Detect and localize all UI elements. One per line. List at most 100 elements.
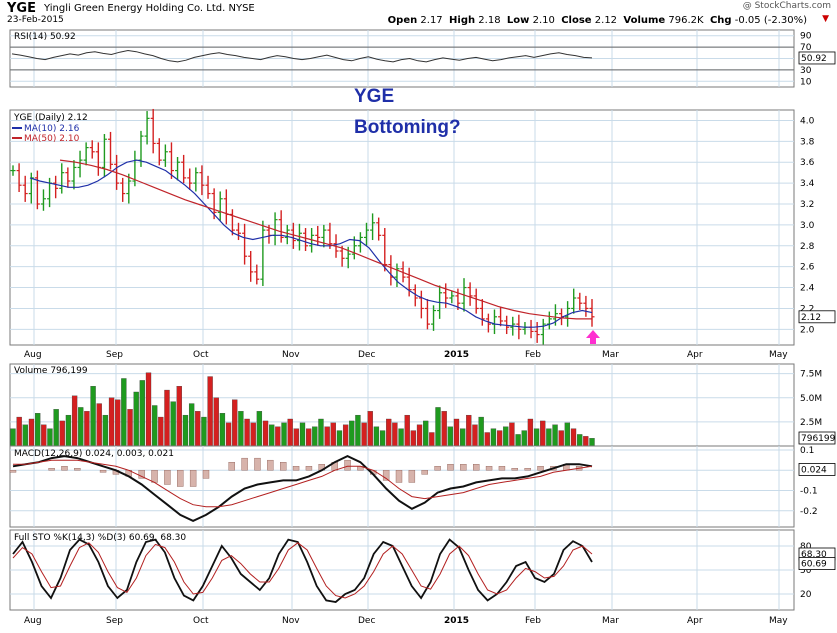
rsi-tick-label: 30	[800, 66, 812, 76]
volume-bar	[262, 420, 269, 447]
ma50-legend: MA(50) 2.10	[24, 134, 80, 144]
volume-bar	[188, 403, 195, 447]
volume-bar	[213, 397, 219, 447]
volume-bar	[256, 411, 263, 447]
volume-bar	[176, 386, 182, 447]
volume-bar	[330, 422, 336, 447]
volume-bar	[281, 422, 287, 447]
macd-tick-label: -0.1	[800, 487, 818, 497]
sto-x-label: Dec	[358, 616, 375, 626]
rsi-tick-label: 90	[800, 32, 812, 42]
sto-x-label: Aug	[24, 616, 42, 626]
volume-bar	[28, 418, 35, 447]
macd-histogram-bar	[74, 468, 81, 471]
volume-bar	[490, 428, 497, 447]
volume-bar	[564, 422, 571, 447]
macd-current-label: 0.024	[801, 465, 827, 475]
sto-tick-label: 20	[800, 590, 812, 600]
macd-histogram-bar	[202, 470, 210, 479]
volume-tick-label: 7.5M	[800, 370, 822, 380]
macd-histogram-bar	[241, 457, 248, 471]
volume-bar	[447, 426, 453, 447]
volume-bar	[250, 422, 256, 447]
volume-bar	[238, 411, 244, 447]
volume-bar	[121, 378, 127, 447]
macd-histogram-bar	[292, 466, 300, 471]
volume-bar	[47, 428, 53, 447]
price-x-label: Nov	[282, 350, 300, 360]
price-tick-label: 3.2	[800, 200, 814, 210]
volume-tick-label: 5.0M	[800, 394, 822, 404]
volume-bar	[207, 376, 213, 447]
macd-histogram-bar	[151, 470, 158, 483]
volume-bar	[410, 430, 417, 447]
volume-bar	[127, 409, 133, 447]
price-x-label: Mar	[602, 350, 619, 360]
sto-legend: Full STO %K(14,3) %D(3) 60.69, 68.30	[14, 533, 186, 543]
volume-bar	[287, 418, 293, 447]
volume-bar	[373, 426, 380, 447]
macd-histogram-bar	[48, 468, 55, 471]
volume-bar	[65, 414, 72, 447]
macd-histogram-bar	[408, 470, 416, 483]
volume-bar	[570, 428, 577, 447]
price-tick-label: 2.8	[800, 242, 815, 252]
volume-bar	[429, 432, 435, 447]
macd-histogram-bar	[99, 470, 107, 473]
volume-bar	[275, 426, 281, 447]
volume-bar	[558, 430, 564, 447]
price-x-label: Dec	[358, 350, 375, 360]
price-tick-label: 4.0	[800, 116, 815, 126]
macd-histogram-bar	[61, 466, 68, 471]
price-x-label: May	[769, 350, 788, 360]
price-tick-label: 2.4	[800, 284, 815, 294]
sto-x-label: Nov	[282, 616, 300, 626]
price-x-label: Sep	[106, 350, 123, 360]
price-x-label: Apr	[687, 350, 703, 360]
volume-bar	[423, 420, 429, 447]
volume-bar	[527, 418, 534, 447]
sto-x-label: Apr	[687, 616, 703, 626]
volume-bar	[71, 395, 78, 447]
volume-bar	[355, 414, 361, 447]
volume-bar	[133, 391, 139, 447]
volume-bar	[361, 422, 367, 447]
macd-histogram-bar	[305, 466, 313, 471]
price-x-label: Feb	[525, 350, 541, 360]
volume-bar	[552, 424, 558, 447]
macd-histogram-bar	[421, 470, 428, 475]
price-tick-label: 3.4	[800, 179, 815, 189]
macd-histogram-bar	[177, 470, 184, 487]
macd-histogram-bar	[164, 470, 171, 485]
macd-histogram-bar	[267, 459, 274, 471]
price-current-label: 2.12	[801, 313, 821, 323]
volume-bar	[269, 424, 275, 447]
volume-bar	[472, 424, 478, 447]
volume-bar	[441, 411, 447, 447]
volume-bar	[318, 418, 324, 447]
macd-histogram-bar	[511, 468, 518, 471]
rsi-tick-label: 10	[800, 77, 812, 87]
volume-bar	[496, 430, 503, 447]
sto-x-label: Mar	[602, 616, 619, 626]
price-tick-label: 2.6	[800, 263, 815, 273]
macd-histogram-bar	[537, 466, 544, 471]
volume-bar	[398, 428, 404, 447]
volume-bar	[509, 422, 515, 447]
volume-bar	[90, 386, 96, 447]
macd-histogram-bar	[447, 464, 454, 471]
price-frame	[9, 109, 795, 346]
volume-bar	[459, 428, 466, 447]
price-legend: YGE (Daily) 2.12	[13, 113, 88, 123]
volume-bar	[59, 420, 65, 447]
volume-bar	[342, 424, 349, 447]
macd-histogram-bar	[395, 470, 403, 483]
volume-bar	[195, 411, 201, 447]
volume-bar	[416, 424, 423, 447]
price-x-label: Oct	[193, 350, 209, 360]
volume-bar	[478, 416, 484, 447]
macd-histogram-bar	[434, 466, 441, 471]
volume-bar	[22, 424, 28, 447]
volume-bar	[293, 428, 299, 447]
annotation-subtitle: Bottoming?	[354, 117, 461, 138]
